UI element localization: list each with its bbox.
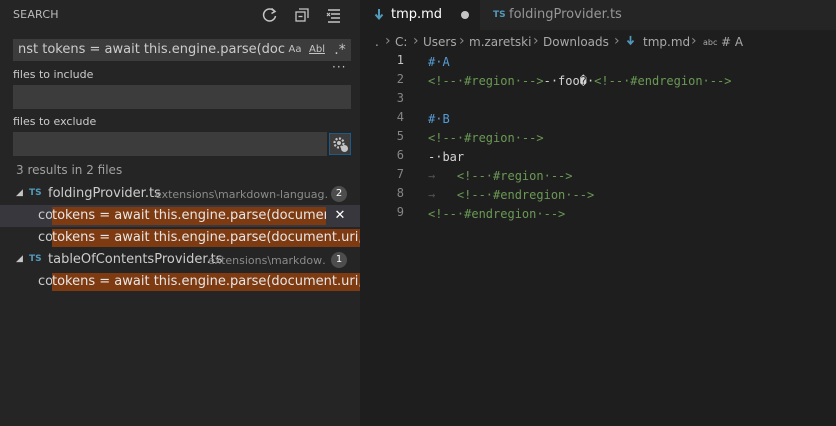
code-line: #·A bbox=[428, 55, 450, 69]
line-number: 3 bbox=[396, 91, 404, 105]
chevron-right-icon: › bbox=[614, 33, 620, 49]
tab-label: foldingProvider.ts bbox=[509, 7, 622, 22]
sidebar-sash[interactable] bbox=[360, 0, 362, 426]
result-file-row[interactable]: ◢ TS tableOfContentsProvider.ts extensio… bbox=[0, 249, 360, 271]
chevron-right-icon: › bbox=[533, 33, 539, 49]
code-line: -·bar bbox=[428, 150, 465, 164]
whole-word-toggle[interactable]: Abl bbox=[308, 42, 326, 58]
result-match-row[interactable]: const tokens = await this.engine.parse(d… bbox=[0, 227, 360, 249]
tab-folding-provider-ts[interactable]: TS foldingProvider.ts bbox=[480, 0, 640, 30]
chevron-right-icon: › bbox=[691, 33, 697, 49]
chevron-right-icon: › bbox=[459, 33, 465, 49]
match-count-badge: 1 bbox=[331, 252, 347, 268]
line-number: 4 bbox=[396, 110, 404, 124]
typescript-file-icon: TS bbox=[493, 10, 506, 20]
code-line: → <!--·#region·--> bbox=[428, 169, 573, 183]
breadcrumb-symbol[interactable]: # A bbox=[721, 35, 743, 49]
code-line: <!--·#endregion·--> bbox=[428, 207, 566, 221]
code-line: <!--·#region·-->-·foo�·<!--·#endregion·-… bbox=[428, 74, 732, 88]
line-number: 6 bbox=[396, 148, 404, 162]
string-symbol-icon: abc bbox=[703, 38, 718, 47]
match-count-badge: 2 bbox=[331, 186, 347, 202]
line-number: 5 bbox=[396, 129, 404, 143]
results-message: 3 results in 2 files bbox=[16, 163, 123, 177]
match-highlight: tokens = await this.engine.parse(documen… bbox=[52, 273, 360, 291]
sidebar-header: SEARCH bbox=[0, 0, 360, 30]
breadcrumb-segment[interactable]: C: bbox=[395, 35, 407, 49]
dismiss-match-close-icon[interactable]: ✕ bbox=[333, 208, 347, 224]
match-highlight: tokens = await this.engine.parse(documen… bbox=[52, 229, 360, 247]
line-number: 8 bbox=[396, 186, 404, 200]
result-file-row[interactable]: ◢ TS foldingProvider.ts extensions\markd… bbox=[0, 183, 360, 205]
collapse-all-icon[interactable] bbox=[293, 6, 311, 24]
result-match-row[interactable]: const tokens = await this.engine.parse(d… bbox=[0, 271, 360, 293]
chevron-right-icon: › bbox=[413, 33, 419, 49]
result-file-path: extensions\markdown-languag… bbox=[155, 188, 327, 201]
breadcrumb-segment[interactable]: m.zaretski bbox=[469, 35, 531, 49]
line-number: 7 bbox=[396, 167, 404, 181]
expanded-chevron-icon[interactable]: ◢ bbox=[16, 254, 23, 264]
result-file-path: extensions\markdow… bbox=[208, 254, 327, 267]
breadcrumb-segment[interactable]: tmp.md bbox=[643, 35, 690, 49]
tab-tmp-md[interactable]: tmp.md bbox=[362, 0, 480, 30]
use-exclude-settings-gear-icon[interactable] bbox=[328, 132, 352, 156]
tab-label: tmp.md bbox=[391, 7, 443, 22]
result-file-name: tableOfContentsProvider.ts bbox=[48, 252, 223, 267]
match-highlight: tokens = await this.engine.parse(documen… bbox=[52, 207, 326, 225]
typescript-file-icon: TS bbox=[29, 188, 42, 198]
files-to-exclude-input[interactable] bbox=[13, 132, 327, 156]
expanded-chevron-icon[interactable]: ◢ bbox=[16, 188, 23, 198]
regex-toggle[interactable]: .* bbox=[330, 40, 350, 60]
markdown-file-icon bbox=[626, 35, 635, 50]
files-to-include-input[interactable] bbox=[13, 85, 351, 109]
toggle-search-details-button[interactable]: ··· bbox=[332, 60, 346, 74]
breadcrumb-segment[interactable]: Downloads bbox=[543, 35, 609, 49]
breadcrumb-root[interactable]: . bbox=[375, 35, 379, 49]
unsaved-dot-icon[interactable] bbox=[461, 11, 469, 19]
files-to-exclude-label: files to exclude bbox=[13, 115, 97, 128]
clear-results-icon[interactable] bbox=[325, 6, 343, 24]
chevron-right-icon: › bbox=[385, 33, 391, 49]
refresh-icon[interactable] bbox=[261, 6, 279, 24]
result-file-name: foldingProvider.ts bbox=[48, 186, 161, 201]
result-match-row[interactable]: const tokens = await this.engine.parse(d… bbox=[0, 205, 360, 227]
line-number: 9 bbox=[396, 205, 404, 219]
editor-tab-bar: tmp.md TS foldingProvider.ts bbox=[362, 0, 836, 30]
sidebar-title: SEARCH bbox=[13, 8, 59, 21]
breadcrumb: . › C: › Users › m.zaretski › Downloads … bbox=[362, 30, 836, 54]
code-line: → <!--·#endregion·--> bbox=[428, 188, 595, 202]
breadcrumb-segment[interactable]: Users bbox=[423, 35, 457, 49]
search-input[interactable]: nst tokens = await this.engine.parse(doc… bbox=[13, 39, 351, 61]
typescript-file-icon: TS bbox=[29, 254, 42, 264]
code-line: <!--·#region·--> bbox=[428, 131, 544, 145]
line-number: 2 bbox=[396, 72, 404, 86]
code-line: #·B bbox=[428, 112, 450, 126]
match-case-toggle[interactable]: Aa bbox=[286, 42, 304, 58]
markdown-file-icon bbox=[374, 8, 384, 22]
line-number: 1 bbox=[396, 53, 404, 67]
search-input-value: nst tokens = await this.engine.parse(doc… bbox=[18, 42, 286, 57]
search-sidebar: SEARCH nst tokens = await this.engine.pa… bbox=[0, 0, 360, 426]
files-to-include-label: files to include bbox=[13, 68, 94, 81]
